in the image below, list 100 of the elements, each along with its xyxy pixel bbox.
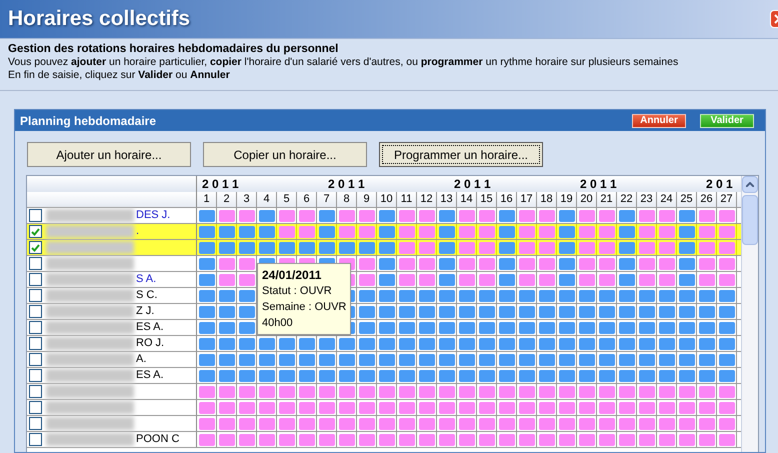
schedule-cell[interactable] — [518, 274, 534, 286]
schedule-cell[interactable] — [378, 306, 394, 318]
schedule-cell[interactable] — [398, 290, 414, 302]
schedule-cell[interactable] — [618, 434, 634, 446]
schedule-cell[interactable] — [238, 338, 254, 350]
schedule-cell[interactable] — [398, 370, 414, 382]
checkbox[interactable] — [29, 337, 42, 350]
schedule-cell[interactable] — [198, 322, 214, 334]
checkbox[interactable] — [29, 209, 42, 222]
schedule-cell[interactable] — [618, 306, 634, 318]
schedule-cell[interactable] — [678, 434, 694, 446]
schedule-cell[interactable] — [678, 402, 694, 414]
schedule-cell[interactable] — [398, 274, 414, 286]
schedule-cell[interactable] — [718, 402, 734, 414]
scroll-up-button[interactable] — [742, 176, 758, 193]
table-row[interactable]: DES J. — [27, 208, 741, 224]
schedule-cell[interactable] — [338, 434, 354, 446]
schedule-cell[interactable] — [558, 242, 574, 254]
schedule-cell[interactable] — [398, 338, 414, 350]
schedule-cell[interactable] — [658, 354, 674, 366]
schedule-cell[interactable] — [698, 386, 714, 398]
schedule-cell[interactable] — [578, 322, 594, 334]
schedule-cell[interactable] — [218, 434, 234, 446]
schedule-cell[interactable] — [218, 274, 234, 286]
schedule-cell[interactable] — [618, 338, 634, 350]
schedule-cell[interactable] — [558, 338, 574, 350]
schedule-cell[interactable] — [698, 226, 714, 238]
schedule-cell[interactable] — [458, 370, 474, 382]
schedule-cell[interactable] — [498, 306, 514, 318]
table-row[interactable]: A. — [27, 352, 741, 368]
schedule-cell[interactable] — [478, 322, 494, 334]
schedule-cell[interactable] — [578, 306, 594, 318]
schedule-cell[interactable] — [558, 306, 574, 318]
schedule-cell[interactable] — [698, 402, 714, 414]
schedule-cell[interactable] — [238, 242, 254, 254]
schedule-cell[interactable] — [478, 370, 494, 382]
schedule-cell[interactable] — [678, 418, 694, 430]
action-button[interactable]: Programmer un horaire... — [379, 142, 543, 167]
schedule-cell[interactable] — [438, 258, 454, 270]
schedule-cell[interactable] — [318, 418, 334, 430]
schedule-cell[interactable] — [258, 226, 274, 238]
schedule-cell[interactable] — [418, 226, 434, 238]
schedule-cell[interactable] — [418, 210, 434, 222]
schedule-cell[interactable] — [598, 290, 614, 302]
schedule-cell[interactable] — [718, 322, 734, 334]
schedule-cell[interactable] — [658, 274, 674, 286]
schedule-cell[interactable] — [298, 418, 314, 430]
schedule-cell[interactable] — [518, 258, 534, 270]
schedule-cell[interactable] — [538, 258, 554, 270]
schedule-cell[interactable] — [698, 434, 714, 446]
schedule-cell[interactable] — [598, 258, 614, 270]
schedule-cell[interactable] — [598, 434, 614, 446]
schedule-cell[interactable] — [658, 306, 674, 318]
action-button[interactable]: Ajouter un horaire... — [27, 142, 191, 167]
schedule-cell[interactable] — [558, 354, 574, 366]
schedule-cell[interactable] — [458, 242, 474, 254]
schedule-cell[interactable] — [658, 402, 674, 414]
schedule-cell[interactable] — [678, 210, 694, 222]
schedule-cell[interactable] — [678, 306, 694, 318]
schedule-cell[interactable] — [338, 402, 354, 414]
schedule-cell[interactable] — [378, 418, 394, 430]
schedule-cell[interactable] — [538, 338, 554, 350]
schedule-cell[interactable] — [658, 242, 674, 254]
schedule-cell[interactable] — [558, 418, 574, 430]
schedule-cell[interactable] — [498, 386, 514, 398]
schedule-cell[interactable] — [218, 306, 234, 318]
schedule-cell[interactable] — [318, 386, 334, 398]
schedule-cell[interactable] — [358, 322, 374, 334]
schedule-cell[interactable] — [258, 434, 274, 446]
schedule-cell[interactable] — [398, 322, 414, 334]
schedule-cell[interactable] — [478, 338, 494, 350]
schedule-cell[interactable] — [358, 386, 374, 398]
schedule-cell[interactable] — [198, 418, 214, 430]
checkbox[interactable] — [29, 385, 42, 398]
schedule-cell[interactable] — [658, 434, 674, 446]
schedule-cell[interactable] — [278, 354, 294, 366]
schedule-cell[interactable] — [438, 306, 454, 318]
schedule-cell[interactable] — [578, 386, 594, 398]
schedule-cell[interactable] — [218, 418, 234, 430]
schedule-cell[interactable] — [438, 274, 454, 286]
schedule-cell[interactable] — [258, 210, 274, 222]
schedule-cell[interactable] — [378, 274, 394, 286]
schedule-cell[interactable] — [678, 274, 694, 286]
schedule-cell[interactable] — [418, 434, 434, 446]
schedule-cell[interactable] — [638, 434, 654, 446]
schedule-cell[interactable] — [238, 354, 254, 366]
action-button[interactable]: Copier un horaire... — [203, 142, 367, 167]
schedule-cell[interactable] — [698, 338, 714, 350]
schedule-cell[interactable] — [698, 242, 714, 254]
schedule-cell[interactable] — [198, 434, 214, 446]
schedule-cell[interactable] — [218, 226, 234, 238]
schedule-cell[interactable] — [298, 226, 314, 238]
schedule-cell[interactable] — [558, 290, 574, 302]
schedule-cell[interactable] — [398, 210, 414, 222]
schedule-cell[interactable] — [438, 290, 454, 302]
schedule-cell[interactable] — [458, 210, 474, 222]
schedule-cell[interactable] — [658, 338, 674, 350]
schedule-cell[interactable] — [578, 226, 594, 238]
schedule-cell[interactable] — [598, 242, 614, 254]
schedule-cell[interactable] — [498, 258, 514, 270]
